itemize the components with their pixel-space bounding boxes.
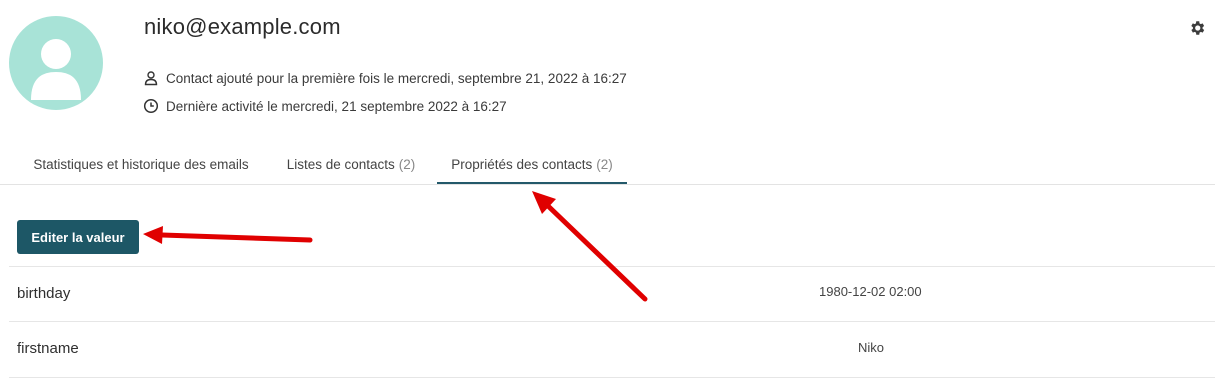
contact-activity-info: Dernière activité le mercredi, 21 septem… (143, 98, 507, 114)
property-row: birthday 1980-12-02 02:00 (9, 266, 1215, 322)
property-key: birthday (17, 285, 71, 302)
tab-count: (2) (398, 157, 416, 172)
settings-button[interactable] (1188, 19, 1206, 37)
arrow-to-edit-button (143, 226, 313, 244)
tab-contact-properties[interactable]: Propriétés des contacts (2) (437, 146, 627, 184)
tab-email-stats[interactable]: Statistiques et historique des emails (16, 146, 266, 183)
user-avatar-icon (31, 39, 81, 100)
contact-added-info: Contact ajouté pour la première fois le … (143, 70, 627, 86)
contact-activity-text: Dernière activité le mercredi, 21 septem… (166, 98, 507, 114)
contact-added-text: Contact ajouté pour la première fois le … (166, 70, 627, 86)
contact-email-title: niko@example.com (144, 14, 341, 39)
property-value: 1980-12-02 02:00 (819, 284, 922, 299)
clock-icon (143, 98, 159, 114)
contact-avatar (9, 16, 103, 110)
property-key: firstname (17, 340, 79, 357)
tab-label: Statistiques et historique des emails (33, 157, 249, 172)
tab-label: Propriétés des contacts (451, 156, 593, 172)
tab-count: (2) (596, 156, 613, 172)
edit-value-button[interactable]: Editer la valeur (17, 220, 139, 254)
tab-label: Listes de contacts (286, 157, 395, 172)
property-row: firstname Niko (9, 321, 1215, 378)
gear-icon (1191, 21, 1205, 35)
tab-contact-lists[interactable]: Listes de contacts (2) (272, 146, 430, 183)
contact-tabs: Statistiques et historique des emails Li… (0, 146, 1215, 185)
person-icon (143, 70, 159, 86)
property-value: Niko (858, 340, 885, 355)
